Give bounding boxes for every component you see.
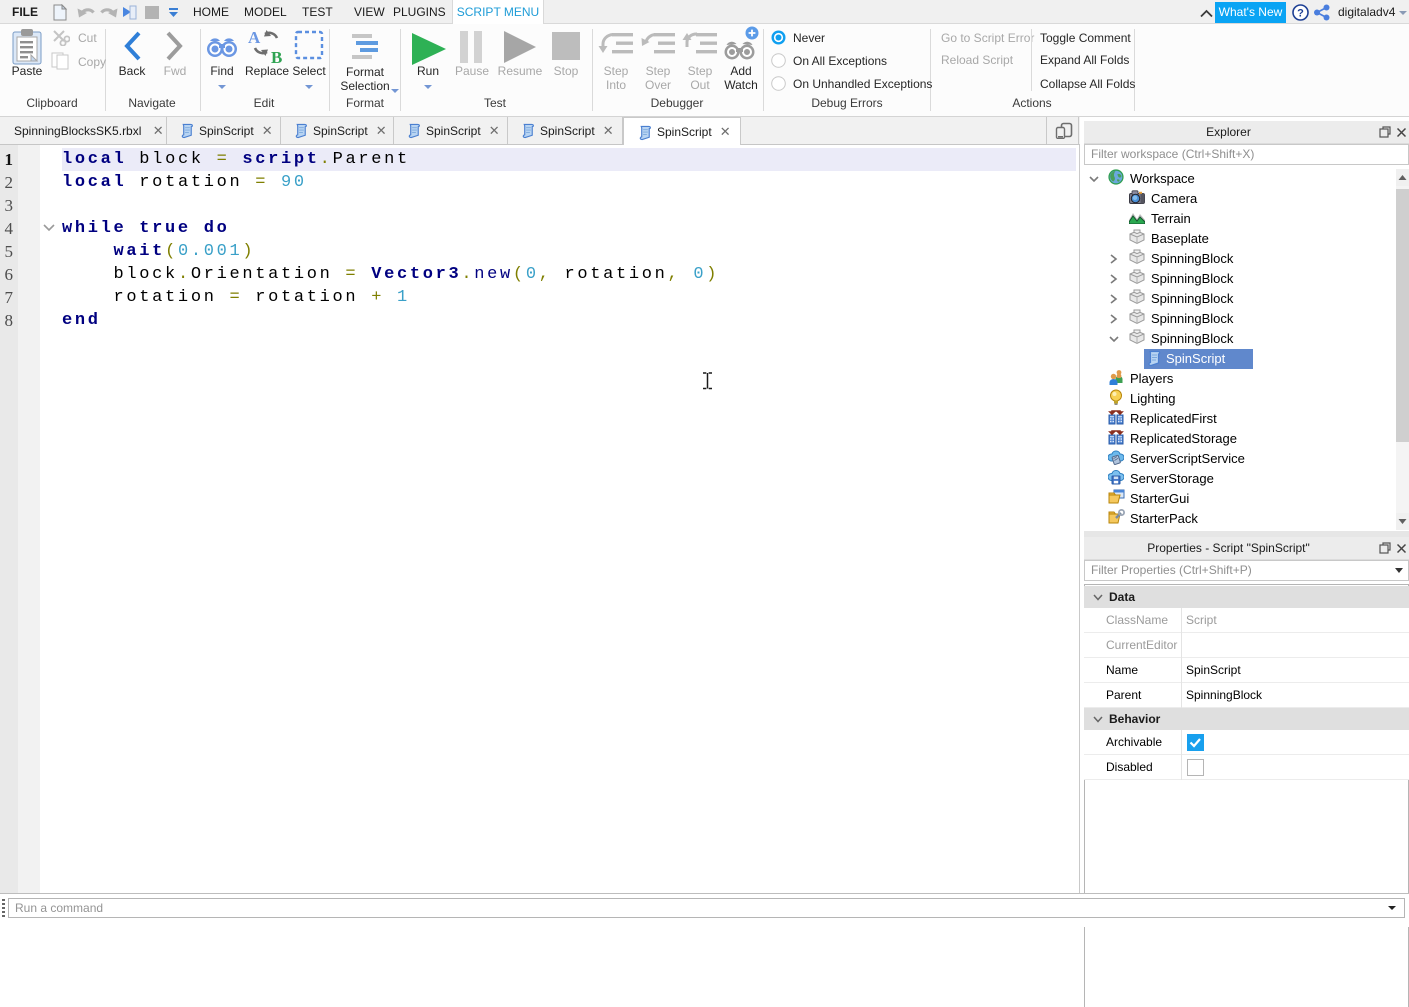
svg-text:A: A (248, 29, 261, 47)
svg-text:B: B (271, 48, 282, 65)
svg-text:?: ? (1297, 8, 1304, 20)
